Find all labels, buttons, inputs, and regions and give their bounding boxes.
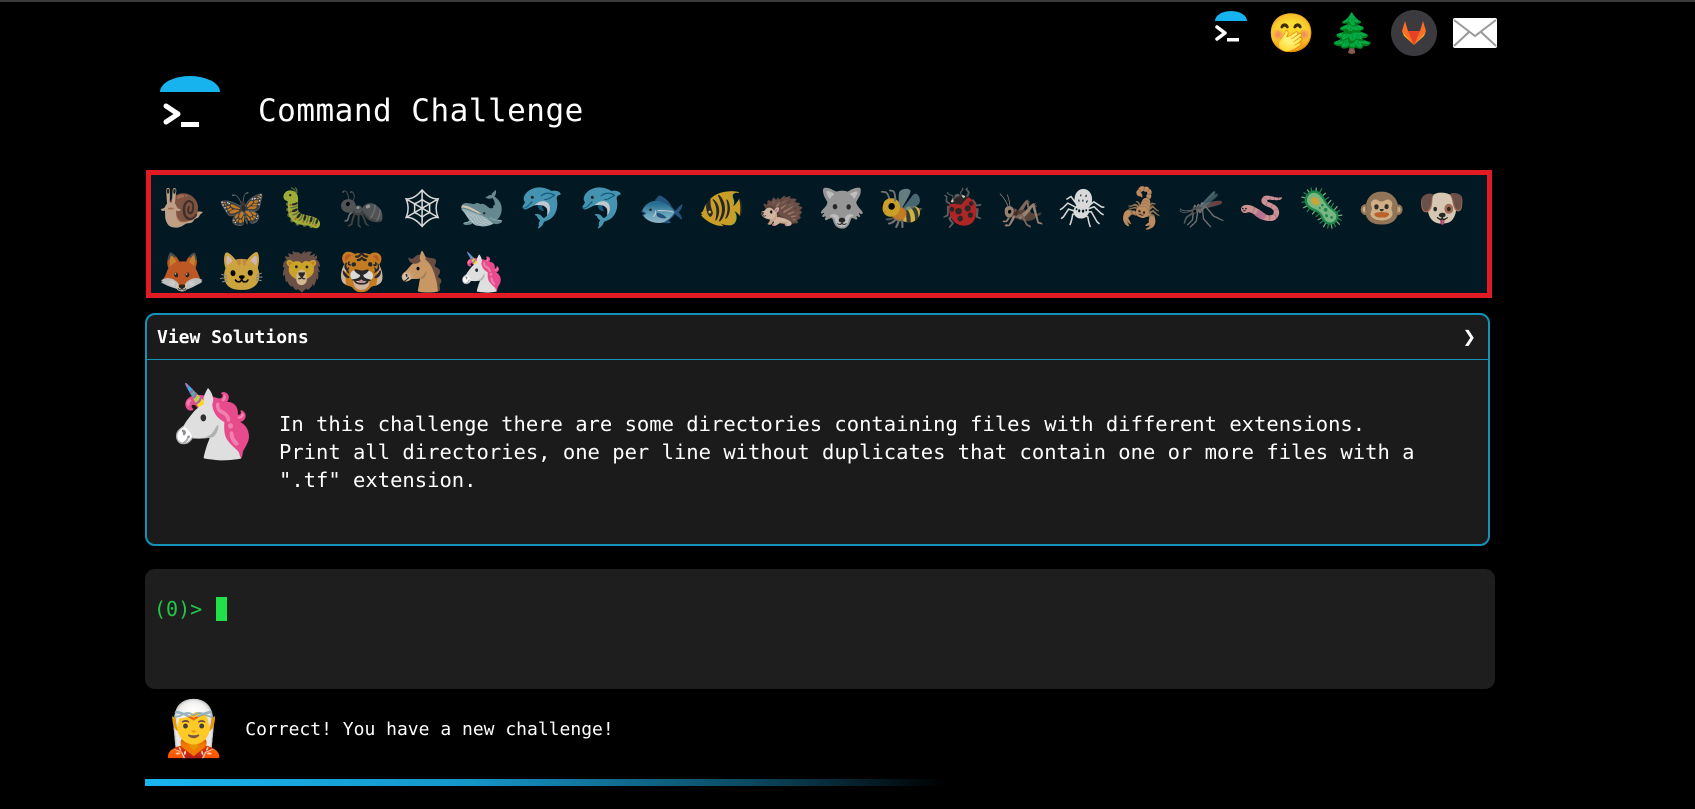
spider-web-icon: 🕸	[397, 186, 447, 230]
page-title: Command Challenge	[258, 93, 584, 129]
fox-icon: 🦊	[158, 250, 206, 294]
mosquito-icon: 🦟	[1178, 186, 1226, 230]
spider-icon: 🕷	[1057, 186, 1107, 230]
challenge-caterpillar[interactable]: 🐛	[272, 178, 332, 238]
wolf-icon: 🐺	[818, 186, 866, 230]
challenge-fox[interactable]: 🦊	[152, 242, 212, 302]
challenge-text: In this challenge there are some directo…	[279, 412, 1415, 492]
terminal-cursor[interactable]	[216, 597, 228, 621]
unicorn-icon: 🦄	[458, 250, 506, 294]
challenge-panel: View Solutions ❯ 🦄 In this challenge the…	[145, 313, 1490, 546]
challenge-tiger[interactable]: 🐯	[332, 242, 392, 302]
challenge-dog[interactable]: 🐶	[1412, 178, 1472, 238]
challenge-scorpion[interactable]: 🦂	[1112, 178, 1172, 238]
challenge-microbe[interactable]: 🦠	[1292, 178, 1352, 238]
horse-icon: 🐴	[398, 250, 446, 294]
challenge-bee[interactable]: 🐝	[872, 178, 932, 238]
challenge-horse[interactable]: 🐴	[392, 242, 452, 302]
challenge-cat[interactable]: 🐱	[212, 242, 272, 302]
challenge-spider-web[interactable]: 🕸	[392, 178, 452, 238]
terminal-logo-icon	[160, 76, 220, 127]
shush-face-icon: 🤭	[1267, 10, 1316, 55]
chevron-right-icon: ❯	[1462, 324, 1476, 350]
terminal-logo-link[interactable]	[1200, 8, 1261, 58]
site-header: Command Challenge	[156, 76, 584, 142]
gitlab-link[interactable]	[1383, 8, 1444, 58]
challenge-tropical-fish[interactable]: 🐠	[692, 178, 752, 238]
mail-link[interactable]	[1444, 8, 1505, 58]
elf-icon: 🧝	[160, 697, 228, 760]
cat-icon: 🐱	[218, 250, 266, 294]
tree-icon: 🌲	[1328, 10, 1377, 55]
snail-icon: 🐌	[158, 186, 206, 230]
challenge-description: 🦄 In this challenge there are some direc…	[147, 360, 1488, 494]
challenge-cricket[interactable]: 🦗	[992, 178, 1052, 238]
microbe-icon: 🦠	[1298, 186, 1346, 230]
challenge-unicorn[interactable]: 🦄	[452, 242, 512, 302]
challenge-spider[interactable]: 🕷	[1052, 178, 1112, 238]
progress-bar	[145, 779, 945, 786]
mail-icon	[1452, 18, 1497, 48]
scorpion-icon: 🦂	[1118, 186, 1166, 230]
challenge-ladybug[interactable]: 🐞	[932, 178, 992, 238]
terminal-prompt: (0)>	[154, 597, 228, 621]
site-logo[interactable]	[156, 76, 226, 142]
top-nav: 🤭 🌲	[1200, 8, 1505, 58]
status-message: 🧝 Correct! You have a new challenge!	[160, 702, 614, 756]
caterpillar-icon: 🐛	[278, 186, 326, 230]
shush-face-link[interactable]: 🤭	[1261, 8, 1322, 58]
challenge-lion[interactable]: 🦁	[272, 242, 332, 302]
fish-icon: 🐟	[638, 186, 686, 230]
challenge-whale[interactable]: 🐋	[452, 178, 512, 238]
challenge-dolphin-2[interactable]: 🐬	[572, 178, 632, 238]
challenge-fish[interactable]: 🐟	[632, 178, 692, 238]
challenge-butterfly[interactable]: 🦋	[212, 178, 272, 238]
worm-icon: 🪱	[1238, 186, 1286, 230]
dolphin-2-icon: 🐬	[578, 186, 626, 230]
butterfly-icon: 🦋	[218, 186, 266, 230]
lion-icon: 🦁	[278, 250, 326, 294]
cricket-icon: 🦗	[998, 186, 1046, 230]
challenge-selector: 🐌 🦋 🐛 🐜 🕸 🐋 🐬 🐬 🐟 🐠 🦔 🐺 🐝 🐞 🦗 🕷 🦂 🦟 🪱 🦠 🐵 🐶 🦊 🐱 🦁 🐯 🐴 🦄	[152, 178, 1492, 302]
terminal[interactable]	[145, 569, 1495, 689]
challenge-ant[interactable]: 🐜	[332, 178, 392, 238]
dolphin-icon: 🐬	[518, 186, 566, 230]
tiger-icon: 🐯	[338, 250, 386, 294]
view-solutions-toggle[interactable]: View Solutions ❯	[147, 315, 1488, 360]
challenge-wolf[interactable]: 🐺	[812, 178, 872, 238]
status-message-text: Correct! You have a new challenge!	[245, 718, 614, 740]
challenge-mosquito[interactable]: 🦟	[1172, 178, 1232, 238]
tropical-fish-icon: 🐠	[698, 186, 746, 230]
dog-icon: 🐶	[1418, 186, 1466, 230]
unicorn-icon: 🦄	[168, 379, 258, 463]
challenge-monkey[interactable]: 🐵	[1352, 178, 1412, 238]
hedgehog-icon: 🦔	[758, 186, 806, 230]
challenge-snail[interactable]: 🐌	[152, 178, 212, 238]
prompt-text: (0)>	[154, 597, 203, 621]
tree-link[interactable]: 🌲	[1322, 8, 1383, 58]
challenge-dolphin[interactable]: 🐬	[512, 178, 572, 238]
view-solutions-label: View Solutions	[157, 326, 309, 348]
ladybug-icon: 🐞	[938, 186, 986, 230]
challenge-hedgehog[interactable]: 🦔	[752, 178, 812, 238]
whale-icon: 🐋	[458, 186, 506, 230]
bee-icon: 🐝	[878, 186, 926, 230]
ant-icon: 🐜	[338, 186, 386, 230]
terminal-logo-icon	[1214, 11, 1247, 42]
gitlab-icon	[1390, 10, 1437, 56]
monkey-icon: 🐵	[1358, 186, 1406, 230]
challenge-worm[interactable]: 🪱	[1232, 178, 1292, 238]
